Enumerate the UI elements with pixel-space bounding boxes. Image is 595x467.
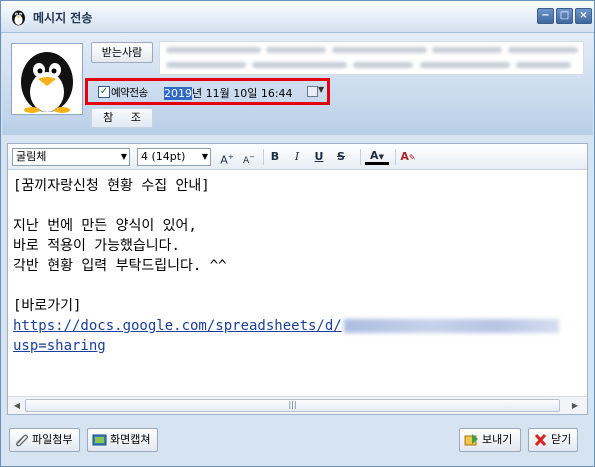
message-line: [꿈끼자랑신청 현황 수집 안내] [13,178,210,194]
avatar [11,43,83,115]
scroll-right-icon[interactable]: ▶ [568,399,582,412]
close-icon [534,433,547,447]
message-line: 지난 번에 만든 양식이 있어, [13,218,197,234]
scheduled-datetime-field[interactable]: 2019년 11월 10일 16:44 [164,85,293,101]
penguin-app-icon [12,10,25,26]
scheduled-send-checkbox[interactable]: ✓ [98,86,110,98]
close-label: 닫기 [551,433,572,446]
penguin-avatar-icon [21,52,73,113]
message-line: 바로 적용이 가능했습니다. [13,238,180,254]
spreadsheet-link[interactable]: https://docs.google.com/spreadsheets/d/ [13,318,342,334]
scroll-thumb[interactable]: ||| [25,399,560,412]
font-size-value: 4 (14pt) [141,150,186,163]
highlight-icon: A [400,150,409,163]
recipients-button[interactable]: 받는사람 [91,42,153,63]
message-body[interactable]: [꿈끼자랑신청 현황 수집 안내] 지난 번에 만든 양식이 있어, 바로 적용이… [13,176,583,356]
date-year-selected: 2019 [164,87,192,100]
highlight-button[interactable]: A✎ [399,148,417,166]
font-family-value: 굴림체 [16,150,47,163]
font-grow-button[interactable]: A+ [218,148,236,167]
recipients-field[interactable] [159,41,584,75]
send-button[interactable]: 보내기 [459,428,521,452]
horizontal-scrollbar[interactable]: ◀ ||| ▶ [8,396,587,414]
minimize-button[interactable]: − [537,8,554,24]
chevron-down-icon: ▼ [120,152,127,161]
text-color-icon: A [370,149,379,162]
message-line [13,276,583,296]
maximize-button[interactable]: □ [556,8,573,24]
screen-capture-button[interactable]: 화면캡쳐 [87,428,158,452]
attach-file-button[interactable]: 파일첨부 [9,428,80,452]
scroll-left-icon[interactable]: ◀ [10,399,24,412]
title-bar[interactable]: 메시지 전송 − □ × [1,1,594,33]
underline-button[interactable]: U [311,148,327,166]
message-window: 메시지 전송 − □ × 받는사람 ✓ 예약전송 2019년 11월 10일 1… [0,0,595,467]
font-family-select[interactable]: 굴림체 ▼ [12,148,130,166]
message-line: [바로가기] [13,298,82,314]
screen-capture-icon [92,434,107,446]
text-color-button[interactable]: A▼ [365,148,389,165]
scheduled-send-highlight: ✓ 예약전송 2019년 11월 10일 16:44 ▼ [85,78,330,105]
close-window-button[interactable]: × [575,8,592,24]
calendar-icon[interactable] [307,86,318,97]
format-toolbar: 굴림체 ▼ 4 (14pt) ▼ A+ A− B I U S A▼ A✎ [8,144,587,170]
attach-file-label: 파일첨부 [32,433,73,446]
bold-button[interactable]: B [267,148,283,166]
blurred-link-part [343,319,559,333]
message-header: 받는사람 ✓ 예약전송 2019년 11월 10일 16:44 ▼ 참 조 [2,33,593,135]
chevron-down-icon: ▼ [201,152,208,161]
font-size-select[interactable]: 4 (14pt) ▼ [137,148,211,166]
screen-capture-label: 화면캡쳐 [110,433,151,446]
scheduled-send-label: 예약전송 [111,87,148,99]
calendar-dropdown-icon[interactable]: ▼ [318,85,324,94]
send-label: 보내기 [482,433,513,446]
font-grow-icon: A [220,153,228,167]
window-title: 메시지 전송 [33,11,93,25]
date-rest: 년 11월 10일 16:44 [192,87,293,100]
font-shrink-button[interactable]: A− [240,148,258,166]
strikethrough-button[interactable]: S [333,148,349,166]
italic-button[interactable]: I [289,148,305,166]
message-line: 각반 현황 입력 부탁드립니다. ^^ [13,258,227,274]
send-icon [464,434,478,446]
paperclip-icon [15,434,28,447]
close-button[interactable]: 닫기 [528,428,578,452]
message-editor: 굴림체 ▼ 4 (14pt) ▼ A+ A− B I U S A▼ A✎ [꿈끼자랑… [7,143,588,415]
spreadsheet-link-tail[interactable]: usp=sharing [13,338,106,354]
reference-button[interactable]: 참 조 [91,108,153,128]
message-line [13,196,583,216]
